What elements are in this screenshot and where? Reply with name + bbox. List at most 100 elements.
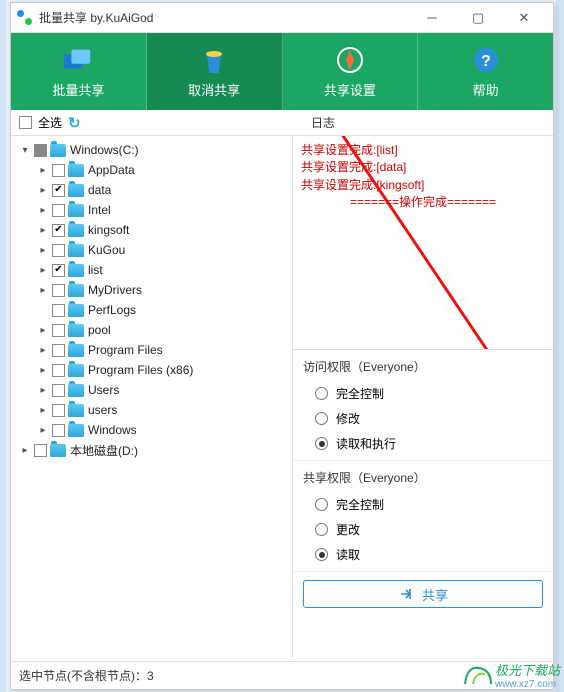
access-perm-option[interactable]: 读取和执行 [303,431,543,456]
tree-row[interactable]: ▸Windows [13,420,290,440]
share-button-label: 共享 [422,585,448,604]
tree-checkbox[interactable] [52,184,65,197]
folder-icon [68,264,84,277]
expander-icon[interactable]: ▸ [37,205,49,216]
tree-label: data [88,183,111,197]
toolbar-label: 共享设置 [324,80,376,99]
radio-label: 读取 [336,546,360,563]
share-button[interactable]: 共享 [303,580,543,608]
expander-icon[interactable]: ▸ [37,245,49,256]
tree-row[interactable]: ▸kingsoft [13,220,290,240]
tree-label: Users [88,383,119,397]
expander-icon[interactable]: ▾ [19,145,31,156]
tree-checkbox[interactable] [52,364,65,377]
tree-row[interactable]: ▸ KuGou [13,240,290,260]
folder-tree[interactable]: ▾Windows(C:)▸AppData▸data▸Intel▸kingsoft… [11,136,293,658]
tree-checkbox[interactable] [34,144,47,157]
expander-icon[interactable]: ▸ [37,165,49,176]
access-permission-group: 访问权限（Everyone） 完全控制修改读取和执行 [293,350,553,461]
expander-icon[interactable]: ▸ [37,325,49,336]
log-prefix: 共享设置完成: [301,160,376,174]
radio-icon [315,498,328,511]
toolbar-label: 取消共享 [188,80,240,99]
expander-icon[interactable]: ▸ [37,405,49,416]
tree-row[interactable]: ▸本地磁盘(D:) [13,440,290,460]
titlebar: 批量共享 by.KuAiGod ─ ▢ ✕ [11,3,553,33]
window-title: 批量共享 by.KuAiGod [39,9,153,26]
tree-row[interactable]: ▸users [13,400,290,420]
tree-row[interactable]: ▸Program Files (x86) [13,360,290,380]
folder-icon [68,304,84,317]
tree-row[interactable]: ▾Windows(C:) [13,140,290,160]
maximize-button[interactable]: ▢ [455,3,501,33]
tree-row[interactable]: ▸ data [13,180,290,200]
tree-label: list [88,263,103,277]
tree-label: Program Files [88,343,163,357]
log-prefix: 共享设置完成: [301,178,376,192]
log-prefix: 共享设置完成: [301,143,376,157]
share-perm-option[interactable]: 更改 [303,517,543,542]
help-icon: ? [470,44,502,76]
tree-checkbox[interactable] [52,344,65,357]
tree-checkbox[interactable] [52,384,65,397]
expander-icon[interactable]: ▸ [37,365,49,376]
tree-checkbox[interactable] [52,424,65,437]
close-button[interactable]: ✕ [501,3,547,33]
tree-checkbox[interactable] [52,224,65,237]
tree-row[interactable]: ▸MyDrivers [13,280,290,300]
status-count: 3 [147,669,154,683]
radio-label: 完全控制 [336,385,384,402]
access-perm-option[interactable]: 完全控制 [303,381,543,406]
folder-icon [50,144,66,157]
expander-icon[interactable]: ▸ [37,225,49,236]
tree-checkbox[interactable] [52,264,65,277]
tree-row[interactable]: PerfLogs [13,300,290,320]
access-perm-option[interactable]: 修改 [303,406,543,431]
tree-row[interactable]: ▸ list [13,260,290,280]
tree-checkbox[interactable] [52,244,65,257]
tree-checkbox[interactable] [52,404,65,417]
tree-checkbox[interactable] [52,284,65,297]
share-perm-option[interactable]: 读取 [303,542,543,567]
radio-icon [315,412,328,425]
folder-icon [68,344,84,357]
log-panel: 共享设置完成:[list] 共享设置完成:[data] 共享设置完成:[king… [293,136,553,350]
radio-label: 读取和执行 [336,435,396,452]
folders-icon [62,44,94,76]
tree-row[interactable]: ▸ Users [13,380,290,400]
toolbar-help[interactable]: ? 帮助 [418,33,553,110]
toolbar-cancel-share[interactable]: 取消共享 [147,33,283,110]
radio-label: 更改 [336,521,360,538]
expander-icon[interactable]: ▸ [37,185,49,196]
tree-checkbox[interactable] [34,444,47,457]
share-perm-option[interactable]: 完全控制 [303,492,543,517]
refresh-icon[interactable]: ↻ [68,114,81,132]
toolbar-batch-share[interactable]: 批量共享 [11,33,147,110]
select-all-checkbox[interactable] [19,116,32,129]
tree-label: PerfLogs [88,303,136,317]
tree-row[interactable]: ▸Intel [13,200,290,220]
tree-checkbox[interactable] [52,304,65,317]
folder-icon [68,384,84,397]
trash-icon [198,44,230,76]
expander-icon[interactable]: ▸ [37,345,49,356]
expander-icon[interactable]: ▸ [37,265,49,276]
expander-icon[interactable]: ▸ [37,425,49,436]
tree-row[interactable]: ▸ Program Files [13,340,290,360]
tree-row[interactable]: ▸AppData [13,160,290,180]
radio-icon [315,523,328,536]
svg-text:?: ? [481,53,491,70]
folder-icon [68,224,84,237]
folder-icon [68,424,84,437]
minimize-button[interactable]: ─ [409,3,455,33]
log-value: [list] [376,143,397,157]
tree-checkbox[interactable] [52,164,65,177]
tree-row[interactable]: ▸pool [13,320,290,340]
tree-checkbox[interactable] [52,204,65,217]
tree-checkbox[interactable] [52,324,65,337]
tree-label: KuGou [88,243,125,257]
expander-icon[interactable]: ▸ [37,385,49,396]
expander-icon[interactable]: ▸ [37,285,49,296]
toolbar-share-settings[interactable]: 共享设置 [283,33,419,110]
expander-icon[interactable]: ▸ [19,445,31,456]
